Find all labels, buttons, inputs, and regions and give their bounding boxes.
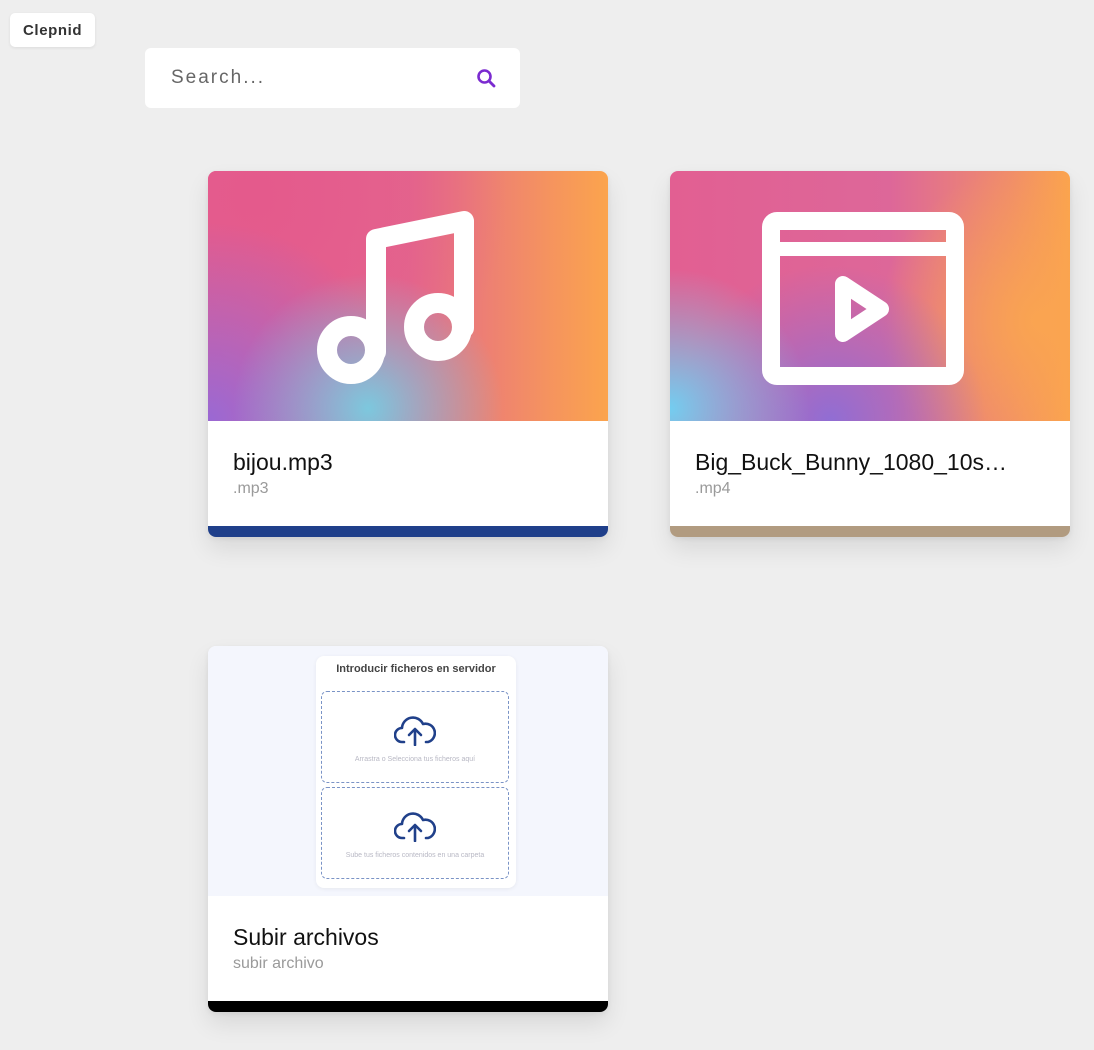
card-accent-bar: [208, 526, 608, 537]
dropzone-folder: Sube tus ficheros contenidos en una carp…: [321, 787, 509, 879]
cloud-upload-icon: [394, 812, 436, 842]
search-icon[interactable]: [475, 67, 497, 89]
card-thumbnail: Introducir ficheros en servidor Arrastra…: [208, 646, 608, 896]
upload-preview-title: Introducir ficheros en servidor: [336, 663, 496, 675]
search-input[interactable]: [169, 66, 475, 90]
cloud-upload-icon: [394, 716, 436, 746]
dropzone-text: Sube tus ficheros contenidos en una carp…: [345, 852, 485, 859]
dropzone-text: Arrastra o Selecciona tus ficheros aquí: [354, 756, 476, 763]
card-accent-bar: [670, 526, 1070, 537]
card-accent-bar: [208, 1001, 608, 1012]
card-subtitle: .mp4: [695, 480, 731, 497]
search-bar: [145, 48, 520, 108]
file-card-video[interactable]: Big_Buck_Bunny_1080_10s… .mp4: [670, 171, 1070, 537]
card-subtitle: subir archivo: [233, 955, 324, 972]
card-title: bijou.mp3: [233, 449, 333, 475]
video-player-icon: [762, 212, 964, 385]
upload-preview-panel: Introducir ficheros en servidor Arrastra…: [316, 656, 516, 888]
music-note-icon: [317, 211, 474, 384]
card-thumbnail: [208, 171, 608, 421]
card-thumbnail: [670, 171, 1070, 421]
card-subtitle: .mp3: [233, 480, 269, 497]
dropzone-files: Arrastra o Selecciona tus ficheros aquí: [321, 691, 509, 783]
card-title: Big_Buck_Bunny_1080_10s…: [695, 449, 1008, 475]
brand-logo[interactable]: Clepnid: [10, 13, 96, 47]
card-title: Subir archivos: [233, 924, 379, 950]
file-card-audio[interactable]: bijou.mp3 .mp3: [208, 171, 608, 537]
upload-card[interactable]: Introducir ficheros en servidor Arrastra…: [208, 646, 608, 1012]
